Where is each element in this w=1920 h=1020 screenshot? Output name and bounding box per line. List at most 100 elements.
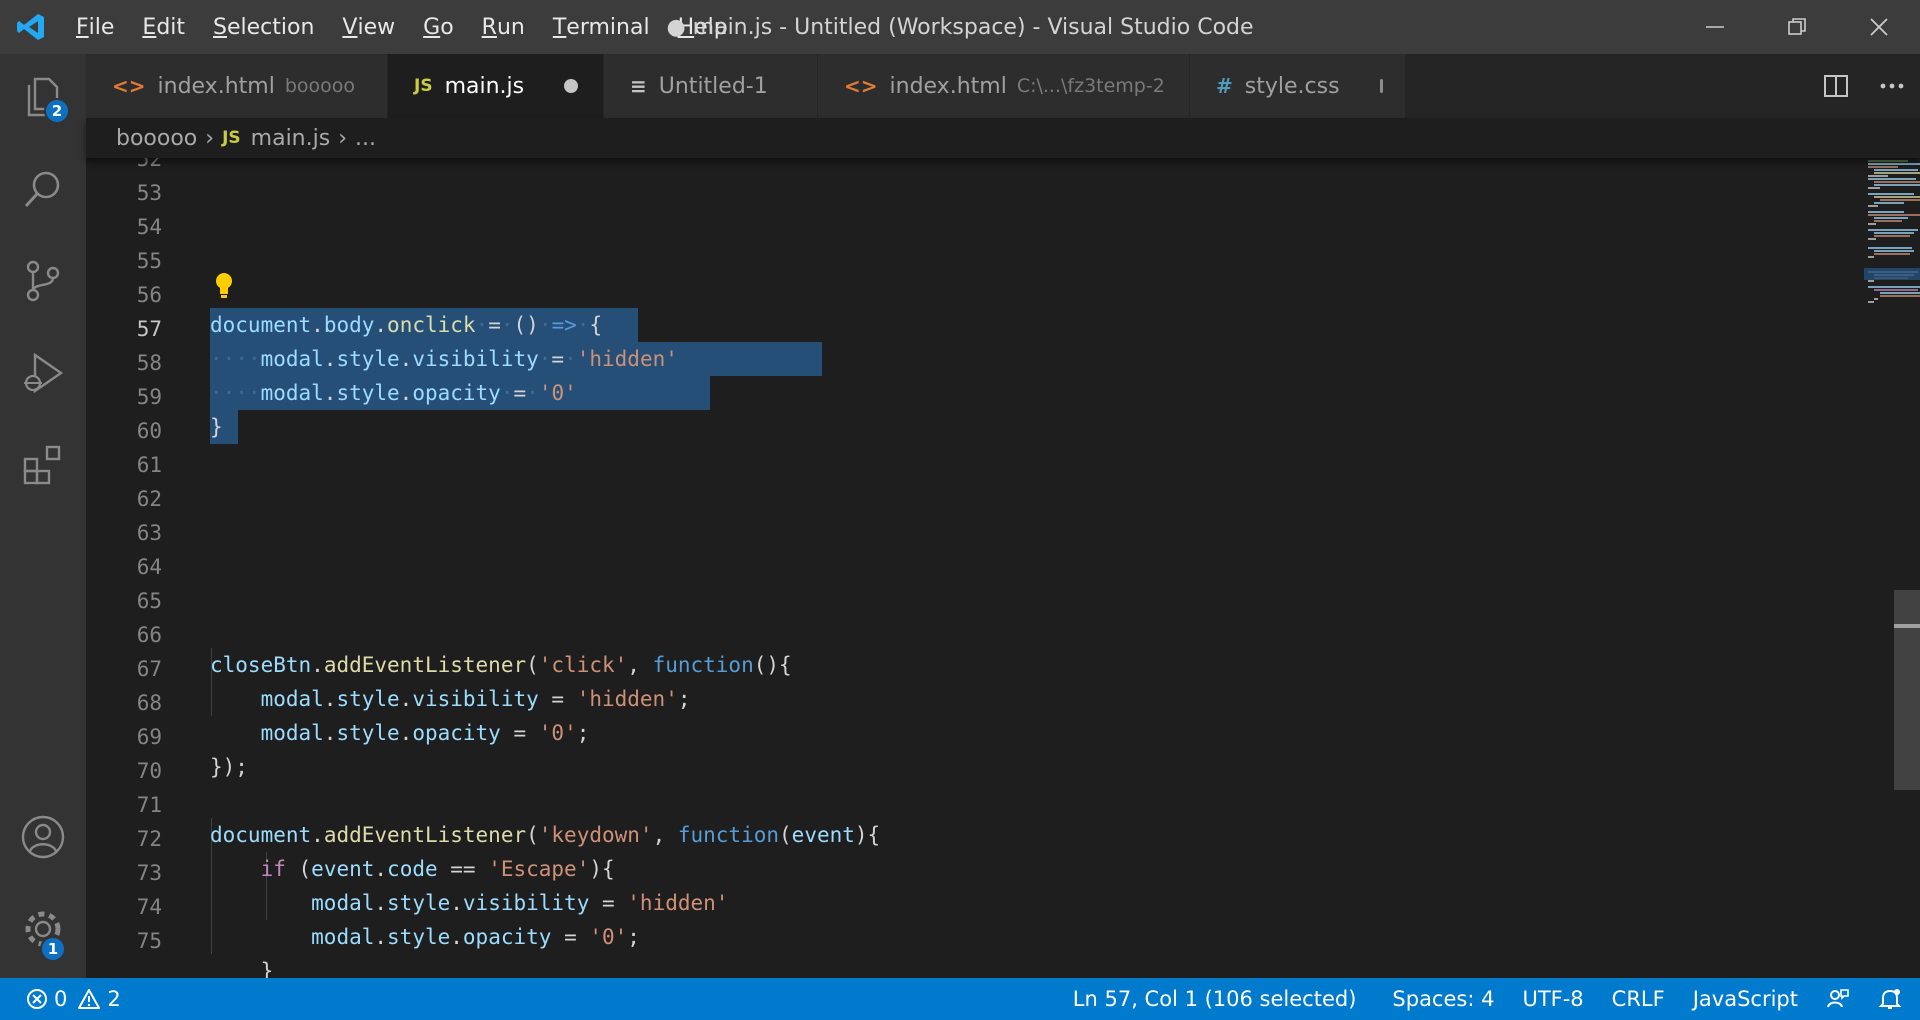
menu-go[interactable]: Go	[409, 0, 468, 54]
minimap-line	[1868, 247, 1912, 249]
code-line-57: document.body.onclick·=·()·=>·{	[210, 313, 603, 337]
menu-edit[interactable]: Edit	[128, 0, 199, 54]
explorer-badge: 2	[44, 98, 70, 124]
html-file-icon: <>	[112, 74, 146, 98]
line-number: 59	[136, 385, 162, 409]
line-number: 57	[136, 317, 162, 341]
lightbulb-icon[interactable]	[212, 270, 236, 300]
notifications-button[interactable]	[1864, 978, 1920, 1020]
js-file-icon: JS	[222, 128, 241, 148]
breadcrumb-file[interactable]: main.js	[251, 126, 331, 151]
tab-description: booooo	[284, 75, 355, 97]
minimap-line	[1880, 199, 1920, 201]
js-file-icon: JS	[414, 76, 433, 96]
html-file-icon: <>	[844, 74, 878, 98]
code-line-66: modal.style.visibility = 'hidden';	[260, 687, 691, 711]
menu-view[interactable]: View	[328, 0, 409, 54]
code-line-73: modal.style.opacity = '0';	[311, 925, 640, 949]
menu-run[interactable]: Run	[468, 0, 539, 54]
menu-terminal[interactable]: Terminal	[539, 0, 664, 54]
line-number: 70	[136, 759, 162, 783]
minimap-line	[1874, 172, 1920, 174]
line-number: 75	[136, 929, 162, 953]
search-button[interactable]	[0, 146, 86, 232]
source-control-button[interactable]	[0, 238, 86, 324]
minimap-line	[1868, 211, 1904, 213]
close-button[interactable]	[1838, 0, 1920, 54]
minimap-line	[1868, 223, 1876, 225]
tab-index-html-fz3temp[interactable]: <> index.html C:\...\fz3temp-2	[818, 54, 1190, 118]
indentation[interactable]: Spaces: 4	[1378, 978, 1508, 1020]
minimap-line	[1874, 232, 1914, 234]
minimap-line	[1868, 301, 1874, 303]
code-editor[interactable]: 52 53 54 55 56 57 58 59 60 61 62 63 64 65 66 67 68 69 70 71…	[86, 158, 1920, 978]
tab-main-js[interactable]: JS main.js	[388, 54, 604, 118]
minimap-line	[1868, 214, 1920, 216]
css-file-icon: #	[1216, 74, 1233, 98]
explorer-button[interactable]: 2	[0, 54, 86, 140]
status-right: Ln 57, Col 1 (106 selected) Spaces: 4 UT…	[1059, 978, 1920, 1020]
extensions-button[interactable]	[0, 422, 86, 508]
encoding[interactable]: UTF-8	[1508, 978, 1597, 1020]
minimize-icon	[1706, 26, 1724, 28]
line-number: 60	[136, 419, 162, 443]
language-mode[interactable]: JavaScript	[1679, 978, 1812, 1020]
minimap-line	[1868, 166, 1898, 168]
minimap[interactable]	[1864, 158, 1920, 978]
line-number: 66	[136, 623, 162, 647]
minimap-line	[1868, 280, 1874, 282]
title-bar: File Edit Selection View Go Run Terminal…	[0, 0, 1920, 54]
feedback-button[interactable]	[1812, 978, 1864, 1020]
error-count: 0	[54, 987, 68, 1011]
tab-style-css[interactable]: # style.css	[1190, 54, 1406, 118]
minimize-button[interactable]	[1674, 0, 1756, 54]
line-number: 69	[136, 725, 162, 749]
restore-button[interactable]	[1756, 0, 1838, 54]
line-number: 63	[136, 521, 162, 545]
line-number: 73	[136, 861, 162, 885]
accounts-button[interactable]	[0, 794, 86, 880]
chevron-right-icon: ›	[205, 125, 215, 151]
manage-button[interactable]: 1	[0, 886, 86, 972]
breadcrumb-folder[interactable]: booooo	[116, 126, 197, 151]
minimap-line	[1868, 286, 1920, 288]
line-number: 62	[136, 487, 162, 511]
line-number: 61	[136, 453, 162, 477]
account-icon	[21, 815, 65, 859]
minimap-line	[1868, 163, 1920, 165]
vertical-scrollbar-thumb[interactable]	[1894, 590, 1920, 790]
tab-untitled-1[interactable]: ≡ Untitled-1	[604, 54, 818, 118]
unsaved-dot-icon[interactable]	[564, 79, 579, 93]
code-line-67: modal.style.opacity = '0';	[260, 721, 590, 745]
extensions-icon	[23, 445, 61, 485]
split-editor-button[interactable]	[1808, 54, 1864, 118]
code-line-72: modal.style.visibility = 'hidden'	[311, 891, 729, 915]
code-line-59: ····modal.style.opacity·=·'0'	[210, 381, 577, 405]
unsaved-dot-icon[interactable]	[1379, 79, 1383, 93]
cursor-position[interactable]: Ln 57, Col 1 (106 selected)	[1059, 978, 1371, 1020]
tab-index-html-booooo[interactable]: <> index.html booooo	[86, 54, 388, 118]
minimap-line	[1868, 178, 1916, 180]
menu-file[interactable]: File	[62, 0, 128, 54]
ellipsis-icon	[1880, 83, 1904, 89]
code-line-60: }	[210, 415, 223, 439]
minimap-line	[1874, 298, 1878, 300]
line-ending[interactable]: CRLF	[1598, 978, 1679, 1020]
menu-selection[interactable]: Selection	[199, 0, 328, 54]
breadcrumb-symbols[interactable]: ...	[355, 126, 376, 151]
minimap-line	[1874, 196, 1920, 198]
vscode-logo-icon	[0, 0, 62, 54]
minimap-line	[1880, 292, 1920, 294]
run-debug-button[interactable]	[0, 330, 86, 416]
line-number: 56	[136, 283, 162, 307]
error-icon	[27, 989, 47, 1009]
line-number: 64	[136, 555, 162, 579]
problems-indicator[interactable]: 0 2	[0, 978, 121, 1020]
code-line-68: });	[210, 755, 248, 779]
close-icon	[1870, 18, 1888, 36]
minimap-line	[1874, 220, 1902, 222]
menu-help[interactable]: Help	[664, 0, 742, 54]
more-actions-button[interactable]	[1864, 54, 1920, 118]
tab-label: style.css	[1244, 73, 1340, 99]
minimap-line	[1874, 253, 1910, 255]
